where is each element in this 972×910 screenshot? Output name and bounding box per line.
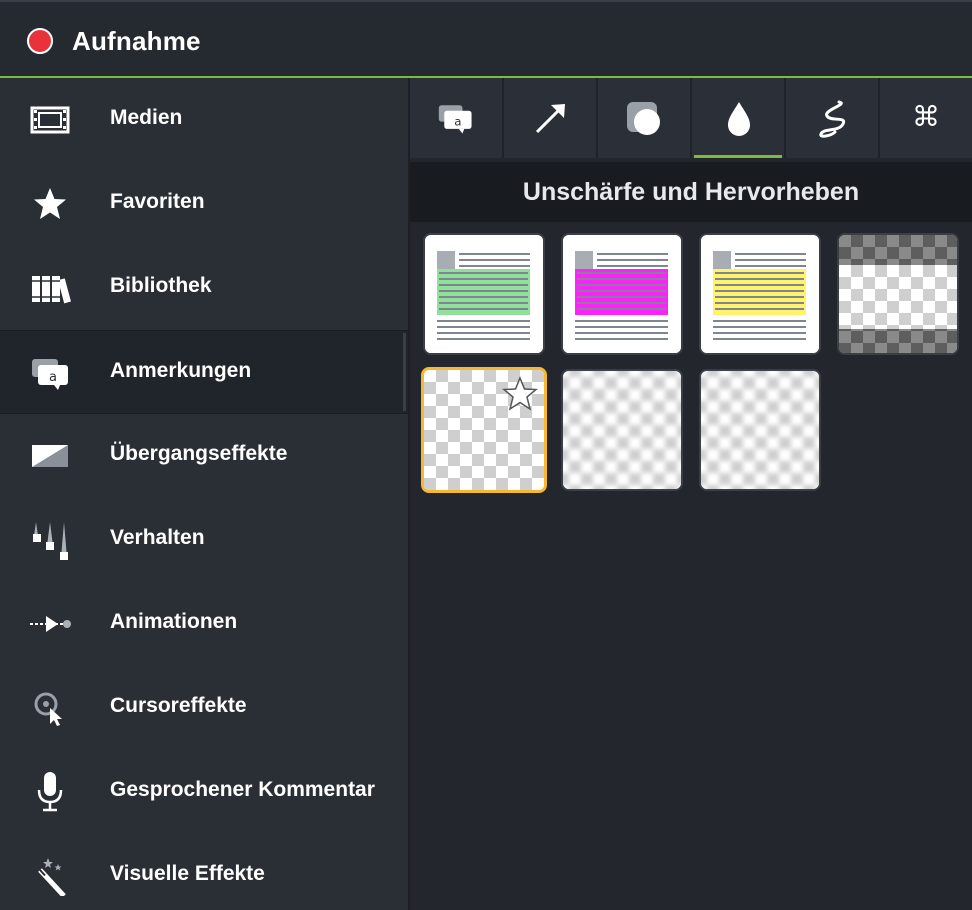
sidebar-item-uebergangseffekte[interactable]: Übergangseffekte [0, 414, 408, 498]
behavior-icon [33, 522, 68, 560]
sidebar-item-gesprochener-kommentar[interactable]: Gesprochener Kommentar [0, 750, 408, 834]
highlight-yellow-preview [701, 235, 819, 353]
tab-keystrokes[interactable]: ⌘ [880, 78, 972, 158]
record-indicator-icon [27, 28, 53, 54]
sidebar-item-label: Favoriten [110, 190, 205, 213]
sidebar-item-anmerkungen[interactable]: a Anmerkungen [0, 330, 408, 414]
soft-blur-preview [701, 371, 819, 489]
shape-tab-icon [627, 102, 660, 135]
title-bar: Aufnahme [0, 0, 972, 78]
microphone-icon [37, 772, 63, 812]
sidebar-item-bibliothek[interactable]: Bibliothek [0, 246, 408, 330]
svg-text:a: a [49, 370, 57, 385]
callout-icon: a [32, 359, 68, 390]
cursor-effect-icon [34, 692, 62, 726]
tab-shapes[interactable] [598, 78, 692, 158]
animation-icon [30, 616, 71, 632]
annotation-type-tabs: a ⌘ [410, 78, 972, 158]
tab-blur-highlight[interactable] [692, 78, 786, 158]
sidebar-item-cursoreffekte[interactable]: Cursoreffekte [0, 666, 408, 750]
film-icon [30, 106, 70, 134]
library-icon [32, 276, 71, 304]
spotlight-clear-area [839, 265, 957, 329]
sidebar-item-label: Anmerkungen [110, 359, 252, 382]
command-key-tab-icon: ⌘ [912, 100, 940, 133]
transition-icon [32, 445, 68, 467]
sketch-motion-tab-icon [819, 100, 846, 138]
sidebar-item-label: Verhalten [110, 526, 205, 549]
highlight-magenta-thumbnail[interactable] [561, 233, 683, 355]
highlight-magenta-preview [563, 235, 681, 353]
spotlight-thumbnail[interactable] [837, 233, 959, 355]
annotations-panel: a ⌘ Unschärfe und Hervorheben [410, 78, 972, 910]
section-title: Unschärfe und Hervorheben [410, 162, 972, 222]
sidebar-item-label: Animationen [110, 610, 238, 633]
tab-arrows[interactable] [504, 78, 598, 158]
star-icon [34, 188, 66, 219]
sidebar: Medien Favoriten Bibliothek a Anmerkunge… [0, 78, 410, 910]
highlight-yellow-thumbnail[interactable] [699, 233, 821, 355]
blur-drop-tab-icon [728, 102, 750, 136]
tab-sketch-motion[interactable] [786, 78, 880, 158]
sidebar-item-label: Cursoreffekte [110, 694, 247, 717]
arrow-tab-icon [535, 104, 565, 134]
svg-text:a: a [454, 114, 461, 128]
sidebar-item-verhalten[interactable]: Verhalten [0, 498, 408, 582]
pixelate-blur-thumbnail[interactable] [421, 367, 547, 493]
sidebar-item-label: Bibliothek [110, 274, 212, 297]
callout-tab-icon: a [438, 105, 472, 134]
sidebar-item-label: Gesprochener Kommentar [110, 778, 375, 801]
favorite-star-icon[interactable] [502, 376, 538, 412]
sidebar-item-label: Übergangseffekte [110, 442, 288, 465]
sidebar-item-medien[interactable]: Medien [0, 78, 408, 162]
highlight-green-thumbnail[interactable] [423, 233, 545, 355]
soft-blur-thumbnail[interactable] [699, 369, 821, 491]
blur-thumbnail[interactable] [561, 369, 683, 491]
sidebar-item-animationen[interactable]: Animationen [0, 582, 408, 666]
sidebar-item-label: Medien [110, 106, 183, 129]
highlight-green-preview [425, 235, 543, 353]
blur-preview [563, 371, 681, 489]
sidebar-item-label: Visuelle Effekte [110, 862, 265, 885]
tab-callouts[interactable]: a [410, 78, 504, 158]
sidebar-item-favoriten[interactable]: Favoriten [0, 162, 408, 246]
sidebar-item-visuelle-effekte[interactable]: Visuelle Effekte [0, 834, 408, 910]
app-title: Aufnahme [72, 26, 201, 56]
magic-wand-icon [38, 858, 66, 896]
